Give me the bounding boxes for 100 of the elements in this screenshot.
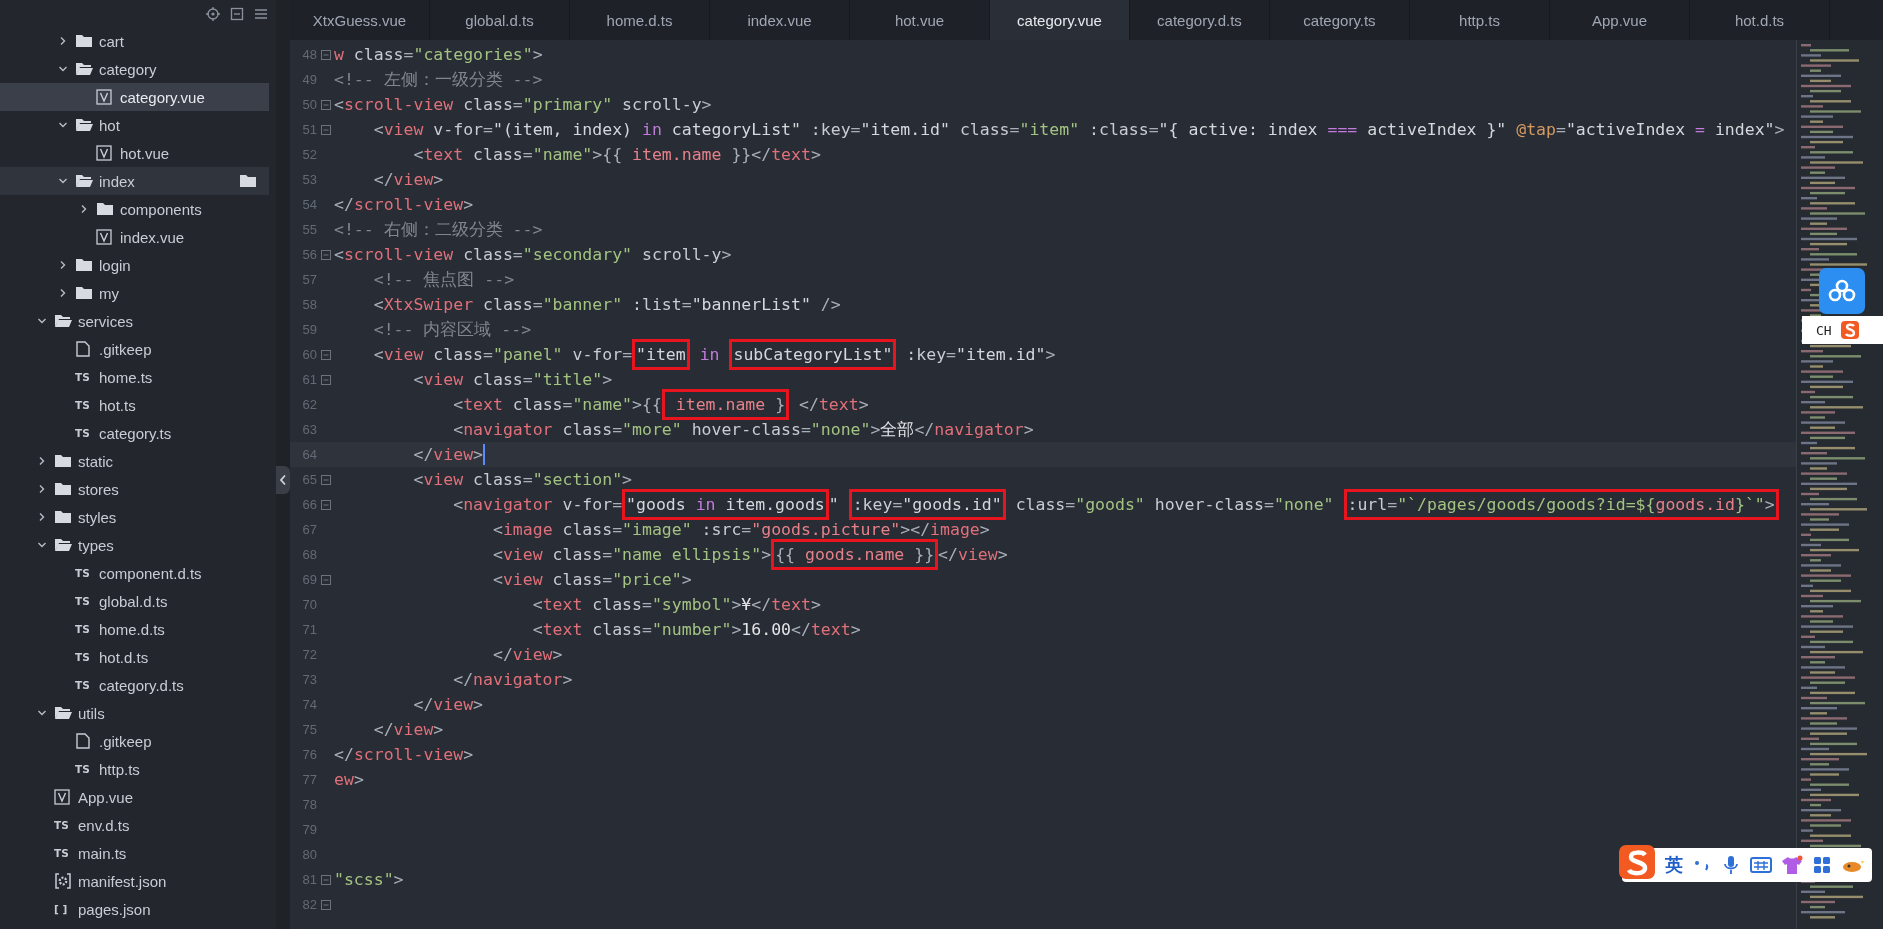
folder-icon bbox=[54, 482, 72, 496]
apps-grid-icon[interactable] bbox=[1812, 855, 1832, 875]
chevron-right-icon[interactable] bbox=[37, 512, 47, 522]
tree-item[interactable]: hot.vue bbox=[0, 139, 269, 167]
code-line: "scss"> bbox=[334, 870, 404, 889]
tree-item[interactable]: TS home.d.ts bbox=[0, 615, 269, 643]
line-number: 72 bbox=[301, 647, 317, 662]
fold-icon[interactable] bbox=[320, 574, 331, 585]
chevron-down-icon[interactable] bbox=[58, 120, 68, 130]
keyboard-icon[interactable] bbox=[1750, 856, 1772, 874]
tree-item[interactable]: TS component.d.ts bbox=[0, 559, 269, 587]
floating-widget[interactable] bbox=[1819, 268, 1865, 314]
file-type-icon: TS bbox=[75, 399, 90, 411]
line-number: 49 bbox=[301, 72, 317, 87]
chevron-right-icon[interactable] bbox=[37, 456, 47, 466]
chevron-down-icon[interactable] bbox=[58, 176, 68, 186]
tree-item[interactable]: category bbox=[0, 55, 269, 83]
editor-tab[interactable]: category.vue bbox=[990, 0, 1130, 40]
code-line: <view class="price"> bbox=[491, 570, 692, 589]
tree-item[interactable]: category.vue bbox=[0, 83, 269, 111]
tree-item[interactable]: cart bbox=[0, 27, 269, 55]
code-line: </view> bbox=[412, 695, 484, 714]
tree-item[interactable]: static bbox=[0, 447, 269, 475]
collapse-sidebar-button[interactable] bbox=[276, 466, 290, 494]
tree-item[interactable]: TS home.ts bbox=[0, 363, 269, 391]
tree-item[interactable]: components bbox=[0, 195, 269, 223]
tree-item[interactable]: stores bbox=[0, 475, 269, 503]
chevron-right-icon[interactable] bbox=[58, 288, 68, 298]
line-number: 69 bbox=[301, 572, 317, 587]
tree-item[interactable]: my bbox=[0, 279, 269, 307]
chevron-right-icon[interactable] bbox=[58, 36, 68, 46]
line-number: 70 bbox=[301, 597, 317, 612]
code-line: <navigator class="more" hover-class="none">全部</navigator> bbox=[452, 418, 1034, 441]
tree-item[interactable]: [ ] pages.json bbox=[0, 895, 269, 923]
tree-item[interactable]: utils bbox=[0, 699, 269, 727]
chevron-down-icon[interactable] bbox=[37, 540, 47, 550]
tree-item[interactable]: TS hot.d.ts bbox=[0, 643, 269, 671]
tree-item[interactable]: .gitkeep bbox=[0, 335, 269, 363]
tree-item[interactable]: TS env.d.ts bbox=[0, 811, 269, 839]
fold-icon[interactable] bbox=[320, 249, 331, 260]
code-line: </view> bbox=[412, 445, 484, 464]
chevron-right-icon[interactable] bbox=[37, 484, 47, 494]
fold-icon[interactable] bbox=[320, 99, 331, 110]
fold-icon[interactable] bbox=[320, 349, 331, 360]
input-mode-toggle[interactable]: 英 bbox=[1665, 853, 1683, 877]
tree-item[interactable]: .gitkeep bbox=[0, 727, 269, 755]
tree-item[interactable]: TS global.d.ts bbox=[0, 587, 269, 615]
sogou-logo-icon[interactable] bbox=[1618, 844, 1656, 880]
tree-item[interactable]: index.vue bbox=[0, 223, 269, 251]
tree-item[interactable]: types bbox=[0, 531, 269, 559]
menu-icon[interactable] bbox=[254, 6, 268, 21]
file-type-icon: [ ] bbox=[54, 903, 68, 915]
file-icon bbox=[75, 341, 91, 357]
tree-item[interactable]: services bbox=[0, 307, 269, 335]
input-language[interactable]: CH bbox=[1816, 322, 1832, 338]
code-line: <XtxSwiper class="banner" :list="bannerList" /> bbox=[372, 295, 841, 314]
chevron-down-icon[interactable] bbox=[37, 316, 47, 326]
chevron-down-icon[interactable] bbox=[58, 64, 68, 74]
line-number: 77 bbox=[301, 772, 317, 787]
vue-file-icon bbox=[96, 89, 112, 105]
microphone-icon[interactable] bbox=[1721, 855, 1741, 875]
tree-item[interactable]: styles bbox=[0, 503, 269, 531]
fold-icon[interactable] bbox=[320, 124, 331, 135]
folder-icon[interactable] bbox=[239, 174, 257, 188]
locate-icon[interactable] bbox=[206, 6, 220, 21]
collapse-all-icon[interactable] bbox=[230, 6, 244, 21]
line-number: 48 bbox=[301, 47, 317, 62]
folder-icon bbox=[75, 34, 93, 48]
tree-item[interactable]: hot bbox=[0, 111, 269, 139]
tree-item[interactable]: App.vue bbox=[0, 783, 269, 811]
folder-icon bbox=[54, 454, 72, 468]
fold-icon[interactable] bbox=[320, 499, 331, 510]
fold-icon[interactable] bbox=[320, 874, 331, 885]
line-number: 73 bbox=[301, 672, 317, 687]
line-number: 80 bbox=[301, 847, 317, 862]
tree-item[interactable]: TS main.ts bbox=[0, 839, 269, 867]
vue-file-icon bbox=[54, 789, 70, 805]
fold-icon[interactable] bbox=[320, 374, 331, 385]
file-icon bbox=[75, 733, 91, 749]
fold-icon[interactable] bbox=[320, 49, 331, 60]
tree-item[interactable]: TS http.ts bbox=[0, 755, 269, 783]
chevron-right-icon[interactable] bbox=[79, 204, 89, 214]
chevron-right-icon[interactable] bbox=[58, 260, 68, 270]
tree-item[interactable]: TS hot.ts bbox=[0, 391, 269, 419]
line-number: 54 bbox=[301, 197, 317, 212]
shirt-icon[interactable] bbox=[1781, 855, 1803, 875]
code-line: </view> bbox=[491, 645, 563, 664]
tree-item[interactable]: index bbox=[0, 167, 269, 195]
line-number: 75 bbox=[301, 722, 317, 737]
fold-icon[interactable] bbox=[320, 474, 331, 485]
chevron-down-icon[interactable] bbox=[37, 708, 47, 718]
tree-item[interactable]: login bbox=[0, 251, 269, 279]
tree-item[interactable]: manifest.json bbox=[0, 867, 269, 895]
line-number: 79 bbox=[301, 822, 317, 837]
fold-icon[interactable] bbox=[320, 899, 331, 910]
tree-item[interactable]: TS category.d.ts bbox=[0, 671, 269, 699]
tree-item[interactable]: TS category.ts bbox=[0, 419, 269, 447]
line-number: 56 bbox=[301, 247, 317, 262]
vue-file-icon bbox=[96, 229, 112, 245]
line-number: 53 bbox=[301, 172, 317, 187]
